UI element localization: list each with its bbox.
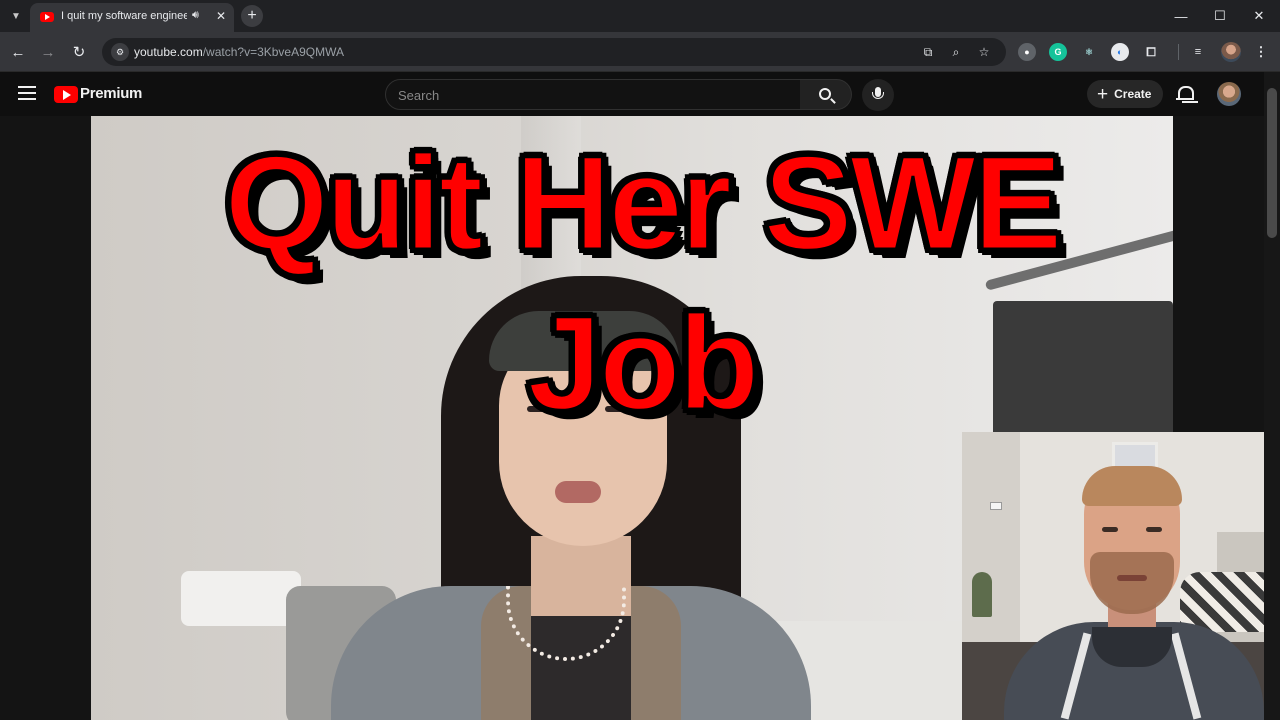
youtube-logo-icon[interactable] xyxy=(54,86,78,103)
browser-tab-strip: ▼ I quit my software engineer 🔊︎ ✕ + — ☐… xyxy=(0,0,1280,32)
reactor-collar xyxy=(1092,627,1172,667)
microphone-icon xyxy=(872,87,884,99)
webcam-plant xyxy=(972,572,992,617)
search-button[interactable] xyxy=(800,79,852,110)
reload-button[interactable]: ↻ xyxy=(69,42,89,62)
speaker-mouth xyxy=(555,481,601,503)
reactor-hair xyxy=(1082,466,1182,506)
speaker-icon[interactable]: 🔊︎ xyxy=(192,9,199,22)
zoom-icon[interactable]: ⌕ xyxy=(948,44,964,60)
reactor-beard xyxy=(1090,552,1174,614)
address-bar[interactable]: ⚙︎ youtube.com/watch?v=3KbveA9QMWA ⧉ ⌕ ☆ xyxy=(102,38,1006,66)
browser-profile-avatar[interactable] xyxy=(1221,42,1241,62)
search-box[interactable] xyxy=(385,79,801,110)
youtube-favicon-icon xyxy=(40,12,54,22)
react-devtools-icon[interactable]: ⚛ xyxy=(1080,43,1098,61)
minimize-button[interactable]: — xyxy=(1172,7,1190,25)
browser-menu-icon[interactable]: ⋮ xyxy=(1252,43,1270,61)
account-avatar[interactable] xyxy=(1217,82,1241,106)
tab-title: I quit my software engineer xyxy=(61,10,187,22)
youtube-masthead: Premium + Create xyxy=(0,72,1280,116)
url-path: /watch?v=3KbveA9QMWA xyxy=(202,45,344,59)
create-label: Create xyxy=(1114,87,1152,101)
url-domain: youtube.com xyxy=(134,45,203,59)
bookmark-star-icon[interactable]: ☆ xyxy=(976,44,992,60)
extension-4-icon[interactable]: ◐ xyxy=(1111,43,1129,61)
back-button[interactable]: ← xyxy=(8,42,28,62)
guide-menu-icon[interactable] xyxy=(18,86,36,100)
reactor-eye-right xyxy=(1146,527,1162,532)
thermostat xyxy=(990,502,1002,510)
plus-icon: + xyxy=(1097,83,1109,105)
reactor-eye-left xyxy=(1102,527,1118,532)
site-info-icon[interactable]: ⚙︎ xyxy=(111,43,129,61)
search-icon xyxy=(819,88,831,100)
notifications-bell-icon[interactable] xyxy=(1176,85,1194,103)
forward-button[interactable]: → xyxy=(38,42,58,62)
maximize-button[interactable]: ☐ xyxy=(1211,7,1229,25)
tab-search-chevron-icon[interactable]: ▼ xyxy=(6,6,26,26)
extension-1-icon[interactable]: ● xyxy=(1018,43,1036,61)
puzzle-icon[interactable]: ⧠ xyxy=(1142,43,1160,61)
toolbar-divider xyxy=(1178,44,1179,60)
radiator xyxy=(181,571,301,626)
browser-toolbar: ← → ↻ ⚙︎ youtube.com/watch?v=3KbveA9QMWA… xyxy=(0,32,1280,72)
search-input[interactable] xyxy=(398,86,788,104)
voice-search-button[interactable] xyxy=(862,79,894,111)
grammarly-icon[interactable]: G xyxy=(1049,43,1067,61)
window-close-button[interactable]: ✕ xyxy=(1250,7,1268,25)
scrollbar-thumb[interactable] xyxy=(1267,88,1277,238)
url-text[interactable]: youtube.com/watch?v=3KbveA9QMWA xyxy=(134,45,344,59)
reactor-mouth xyxy=(1117,575,1147,581)
tab-close-icon[interactable]: ✕ xyxy=(213,8,229,24)
video-overlay-title: Quit Her SWE Job xyxy=(223,128,1064,440)
new-tab-button[interactable]: + xyxy=(241,5,263,27)
create-button[interactable]: + Create xyxy=(1087,80,1163,108)
media-controls-icon[interactable]: ≡ xyxy=(1189,43,1207,61)
browser-tab[interactable]: I quit my software engineer 🔊︎ ✕ xyxy=(30,3,234,32)
install-icon[interactable]: ⧉ xyxy=(920,44,936,60)
youtube-brand[interactable]: Premium xyxy=(80,85,142,102)
webcam-inset xyxy=(962,432,1280,720)
